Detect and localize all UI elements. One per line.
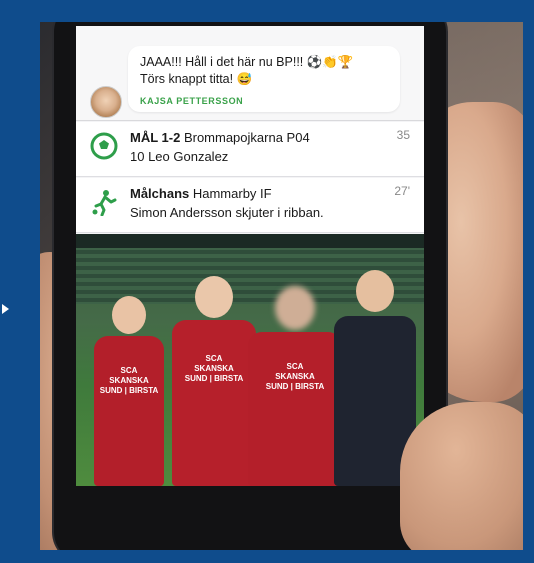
event-goal-row[interactable]: MÅL 1-2 Brommapojkarna P04 10 Leo Gonzal… xyxy=(76,122,424,177)
jersey-sponsor-text: SCA SKANSKA SUND | BIRSTA xyxy=(100,366,159,396)
event-chance-title: Målchans Hammarby IF xyxy=(130,186,272,201)
event-chance-row[interactable]: Målchans Hammarby IF Simon Andersson skj… xyxy=(76,178,424,233)
sponsor-sca: SCA xyxy=(286,362,304,371)
event-goal-title: MÅL 1-2 Brommapojkarna P04 xyxy=(130,130,310,145)
right-hand-lower xyxy=(400,402,523,550)
chat-message-line2: Törs knappt titta! 😅 xyxy=(140,72,253,86)
chat-message-line1: JAAA!!! Håll i det här nu BP!!! ⚽👏🏆 xyxy=(140,55,354,69)
sponsor-skanska: SKANSKA xyxy=(109,376,149,385)
event-goal-scorer: 10 Leo Gonzalez xyxy=(130,149,229,164)
event-chance-description: Simon Andersson skjuter i ribban. xyxy=(130,205,324,220)
home-indicator[interactable] xyxy=(222,508,278,520)
player-4-head xyxy=(356,270,394,312)
play-arrow-icon[interactable] xyxy=(2,304,9,314)
phone-screen: ' ' ' ' JAAA!!! Håll i det här nu BP!!! … xyxy=(76,26,424,486)
previous-message-partial: ' ' ' ' xyxy=(142,26,160,34)
jersey-sponsor-text: SCA SKANSKA SUND | BIRSTA xyxy=(185,354,244,384)
sponsor-sund-birsta: SUND | BIRSTA xyxy=(184,374,244,383)
stadium-roof xyxy=(76,234,424,248)
phone-device: ' ' ' ' JAAA!!! Håll i det här nu BP!!! … xyxy=(54,22,446,550)
frame-left-border xyxy=(0,0,20,563)
kicking-player-icon xyxy=(90,188,118,216)
player-3-blurred: SCA SKANSKA SUND | BIRSTA xyxy=(248,286,342,486)
player-2: SCA SKANSKA SUND | BIRSTA xyxy=(172,276,256,486)
player-2-head xyxy=(195,276,233,318)
sponsor-skanska: SKANSKA xyxy=(194,364,234,373)
soccer-ball-icon xyxy=(90,132,118,160)
player-3-jersey: SCA SKANSKA SUND | BIRSTA xyxy=(248,332,342,486)
player-1: SCA SKANSKA SUND | BIRSTA xyxy=(94,296,164,486)
sponsor-skanska: SKANSKA xyxy=(275,372,315,381)
hands-holding-phone-photo: ' ' ' ' JAAA!!! Håll i det här nu BP!!! … xyxy=(40,22,523,550)
jersey-sponsor-text: SCA SKANSKA SUND | BIRSTA xyxy=(266,362,325,392)
event-chance-team: Hammarby IF xyxy=(189,186,272,201)
player-1-head xyxy=(112,296,146,334)
event-goal-minute: 35 xyxy=(396,128,410,142)
event-chance-minute: 27' xyxy=(394,184,410,198)
sponsor-sund-birsta: SUND | BIRSTA xyxy=(265,382,325,391)
event-chance-type: Målchans xyxy=(130,186,190,201)
player-2-jersey: SCA SKANSKA SUND | BIRSTA xyxy=(172,320,256,486)
chat-bubble[interactable]: JAAA!!! Håll i det här nu BP!!! ⚽👏🏆 Törs… xyxy=(128,46,400,112)
chat-message-text: JAAA!!! Håll i det här nu BP!!! ⚽👏🏆 Törs… xyxy=(140,54,390,88)
event-goal-team: Brommapojkarna P04 xyxy=(180,130,310,145)
player-3-head-blurred xyxy=(275,286,315,330)
avatar[interactable] xyxy=(90,86,122,118)
team-photo[interactable]: SCA SKANSKA SUND | BIRSTA SCA SKANSKA SU… xyxy=(76,234,424,486)
sponsor-sca: SCA xyxy=(205,354,223,363)
sponsor-sca: SCA xyxy=(120,366,138,375)
event-goal-type: MÅL 1-2 xyxy=(130,130,181,145)
chat-author-name: KAJSA PETTERSSON xyxy=(140,96,244,106)
player-1-jersey: SCA SKANSKA SUND | BIRSTA xyxy=(94,336,164,486)
sponsor-sund-birsta: SUND | BIRSTA xyxy=(99,386,159,395)
chat-message-card[interactable]: ' ' ' ' JAAA!!! Håll i det här nu BP!!! … xyxy=(76,26,424,121)
